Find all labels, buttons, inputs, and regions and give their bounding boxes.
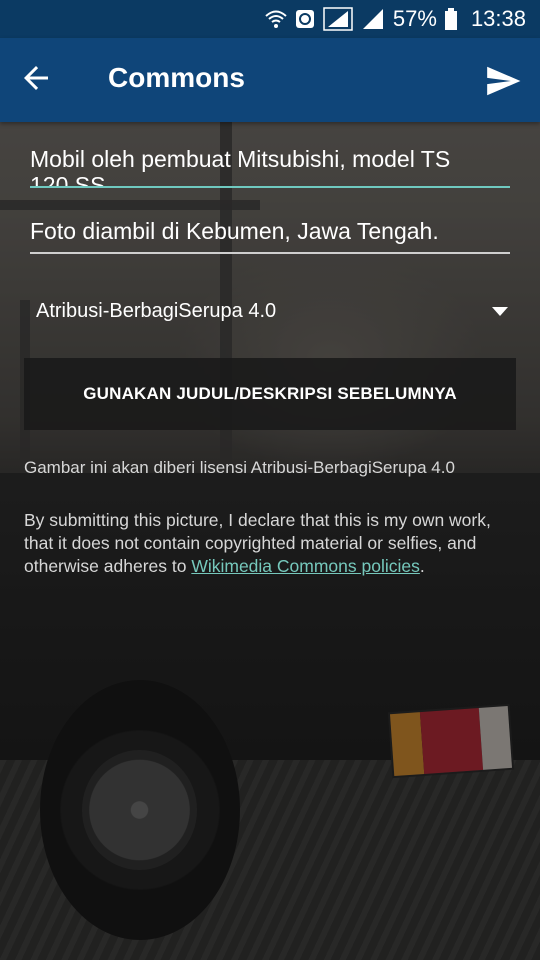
- battery-icon: [444, 8, 457, 30]
- license-dropdown-value: Atribusi-BerbagiSerupa 4.0: [36, 299, 277, 322]
- send-icon[interactable]: [484, 62, 522, 100]
- description-input[interactable]: Foto diambil di Kebumen, Jawa Tengah.: [30, 216, 510, 254]
- signal-icon-2: [361, 8, 385, 30]
- title-input[interactable]: Mobil oleh pembuat Mitsubishi, model TS …: [30, 144, 510, 188]
- signal-icon: [323, 7, 353, 31]
- clock: 13:38: [470, 6, 526, 31]
- battery-percent: 57%: [392, 6, 437, 31]
- title-input-line2: 120 SS: [30, 172, 106, 188]
- upload-form: Mobil oleh pembuat Mitsubishi, model TS …: [0, 122, 540, 960]
- arrow-left-icon[interactable]: [18, 60, 58, 100]
- wifi-icon: [265, 9, 287, 29]
- license-note: Gambar ini akan diberi lisensi Atribusi-…: [24, 458, 455, 477]
- use-previous-button[interactable]: GUNAKAN JUDUL/DESKRIPSI SEBELUMNYA: [24, 358, 516, 430]
- status-bar: 57% 13:38: [0, 0, 540, 38]
- page-title: Commons: [108, 62, 245, 93]
- title-input-line1: Mobil oleh pembuat Mitsubishi, model TS: [30, 146, 451, 172]
- commons-policies-link[interactable]: Wikimedia Commons policies: [191, 556, 420, 576]
- app-bar: Commons: [0, 38, 540, 122]
- chevron-down-icon: [492, 306, 508, 316]
- declaration-suffix: .: [419, 556, 425, 576]
- declaration-text: By submitting this picture, I declare th…: [24, 509, 516, 578]
- license-dropdown[interactable]: Atribusi-BerbagiSerupa 4.0: [24, 290, 516, 332]
- sync-icon: [295, 9, 315, 29]
